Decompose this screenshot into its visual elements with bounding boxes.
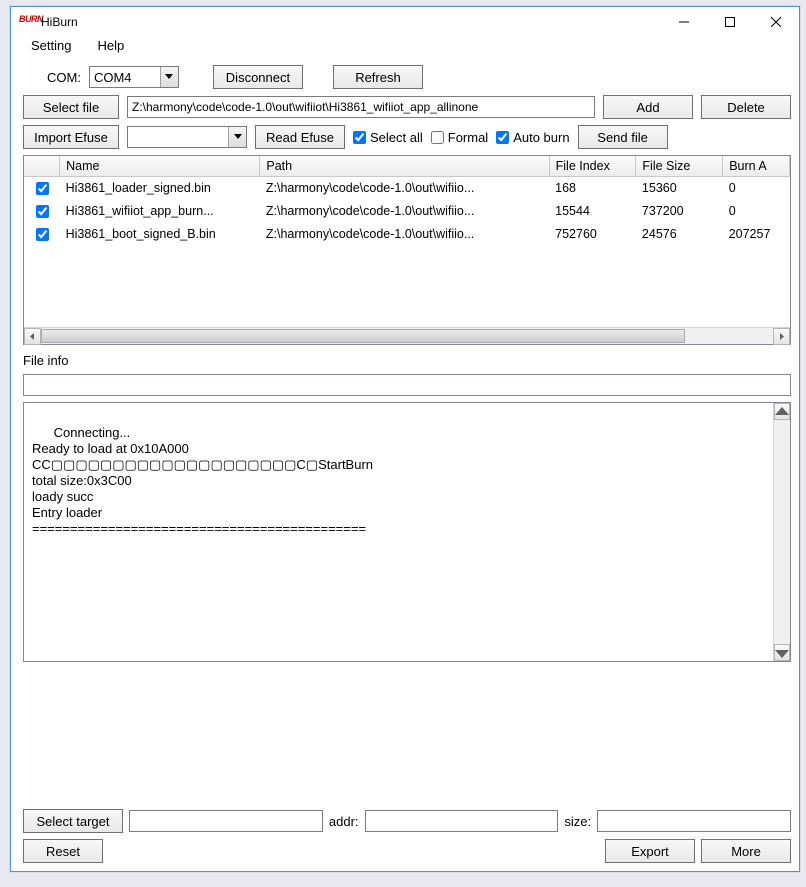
table-row[interactable]: Hi3861_boot_signed_B.binZ:\harmony\code\…: [24, 223, 790, 246]
add-button[interactable]: Add: [603, 95, 693, 119]
cell-index: 752760: [549, 223, 636, 246]
scroll-right-icon[interactable]: [773, 328, 790, 345]
more-button[interactable]: More: [701, 839, 791, 863]
header-burn-addr[interactable]: Burn A: [723, 156, 790, 176]
menu-help[interactable]: Help: [91, 36, 130, 55]
disconnect-button[interactable]: Disconnect: [213, 65, 303, 89]
menu-setting[interactable]: Setting: [25, 36, 77, 55]
scroll-down-icon[interactable]: [774, 644, 790, 661]
size-field[interactable]: [597, 810, 791, 832]
delete-button[interactable]: Delete: [701, 95, 791, 119]
header-path[interactable]: Path: [260, 156, 549, 176]
cell-index: 15544: [549, 200, 636, 223]
app-title: HiBurn: [41, 15, 78, 29]
select-target-button[interactable]: Select target: [23, 809, 123, 833]
auto-burn-checkbox[interactable]: Auto burn: [496, 130, 569, 145]
close-button[interactable]: [753, 7, 799, 37]
chevron-down-icon[interactable]: [228, 127, 246, 147]
cell-burn: 207257: [723, 223, 790, 246]
com-label: COM:: [47, 70, 81, 85]
titlebar: BURN HiBurn: [11, 7, 799, 37]
cell-path: Z:\harmony\code\code-1.0\out\wifiio...: [260, 176, 549, 200]
read-efuse-button[interactable]: Read Efuse: [255, 125, 345, 149]
cell-size: 737200: [636, 200, 723, 223]
select-all-label: Select all: [370, 130, 423, 145]
client-area: COM: COM4 Disconnect Refresh Select file…: [11, 59, 799, 871]
select-file-button[interactable]: Select file: [23, 95, 119, 119]
minimize-button[interactable]: [661, 7, 707, 37]
log-text: Connecting... Ready to load at 0x10A000 …: [32, 425, 373, 536]
com-row: COM: COM4 Disconnect Refresh: [47, 65, 791, 89]
row-checkbox[interactable]: [36, 182, 49, 195]
app-window: BURN HiBurn Setting Help COM: COM4: [10, 6, 800, 872]
addr-field[interactable]: [365, 810, 559, 832]
com-value: COM4: [90, 70, 160, 85]
row-checkbox[interactable]: [36, 228, 49, 241]
horizontal-scrollbar[interactable]: [24, 327, 790, 344]
table-header: Name Path File Index File Size Burn A: [24, 156, 790, 176]
cell-burn: 0: [723, 200, 790, 223]
efuse-row: Import Efuse Read Efuse Select all Forma…: [23, 125, 791, 149]
formal-label: Formal: [448, 130, 488, 145]
cell-index: 168: [549, 176, 636, 200]
auto-burn-label: Auto burn: [513, 130, 569, 145]
file-path-field[interactable]: Z:\harmony\code\code-1.0\out\wifiiot\Hi3…: [127, 96, 595, 118]
cell-name: Hi3861_loader_signed.bin: [60, 176, 260, 200]
scrollbar-track[interactable]: [41, 328, 773, 344]
file-info-box[interactable]: [23, 374, 791, 396]
header-checkbox[interactable]: [24, 156, 60, 176]
efuse-combo[interactable]: [127, 126, 247, 148]
scroll-up-icon[interactable]: [774, 403, 790, 420]
table-body: Hi3861_loader_signed.binZ:\harmony\code\…: [24, 176, 790, 327]
scrollbar-thumb[interactable]: [41, 329, 685, 343]
cell-path: Z:\harmony\code\code-1.0\out\wifiio...: [260, 200, 549, 223]
chevron-down-icon[interactable]: [160, 67, 178, 87]
cell-name: Hi3861_wifiiot_app_burn...: [60, 200, 260, 223]
cell-size: 24576: [636, 223, 723, 246]
file-info-label: File info: [23, 353, 791, 368]
log-output[interactable]: Connecting... Ready to load at 0x10A000 …: [23, 402, 791, 662]
addr-label: addr:: [329, 814, 359, 829]
menubar: Setting Help: [11, 37, 799, 59]
maximize-button[interactable]: [707, 7, 753, 37]
vertical-scrollbar[interactable]: [773, 403, 790, 661]
send-file-button[interactable]: Send file: [578, 125, 668, 149]
table-row[interactable]: Hi3861_wifiiot_app_burn...Z:\harmony\cod…: [24, 200, 790, 223]
bottom-panel: Select target addr: size: Reset Export M…: [23, 809, 791, 863]
cell-name: Hi3861_boot_signed_B.bin: [60, 223, 260, 246]
cell-size: 15360: [636, 176, 723, 200]
export-button[interactable]: Export: [605, 839, 695, 863]
cell-path: Z:\harmony\code\code-1.0\out\wifiio...: [260, 223, 549, 246]
size-label: size:: [564, 814, 591, 829]
app-icon: BURN: [19, 14, 35, 30]
target-field[interactable]: [129, 810, 323, 832]
com-combo[interactable]: COM4: [89, 66, 179, 88]
header-name[interactable]: Name: [60, 156, 260, 176]
file-row: Select file Z:\harmony\code\code-1.0\out…: [23, 95, 791, 119]
header-file-index[interactable]: File Index: [549, 156, 636, 176]
table-row[interactable]: Hi3861_loader_signed.binZ:\harmony\code\…: [24, 176, 790, 200]
import-efuse-button[interactable]: Import Efuse: [23, 125, 119, 149]
formal-checkbox[interactable]: Formal: [431, 130, 488, 145]
file-table: Name Path File Index File Size Burn A Hi…: [23, 155, 791, 345]
reset-button[interactable]: Reset: [23, 839, 103, 863]
header-file-size[interactable]: File Size: [636, 156, 723, 176]
refresh-button[interactable]: Refresh: [333, 65, 423, 89]
scroll-left-icon[interactable]: [24, 328, 41, 345]
cell-burn: 0: [723, 176, 790, 200]
row-checkbox[interactable]: [36, 205, 49, 218]
select-all-checkbox[interactable]: Select all: [353, 130, 423, 145]
